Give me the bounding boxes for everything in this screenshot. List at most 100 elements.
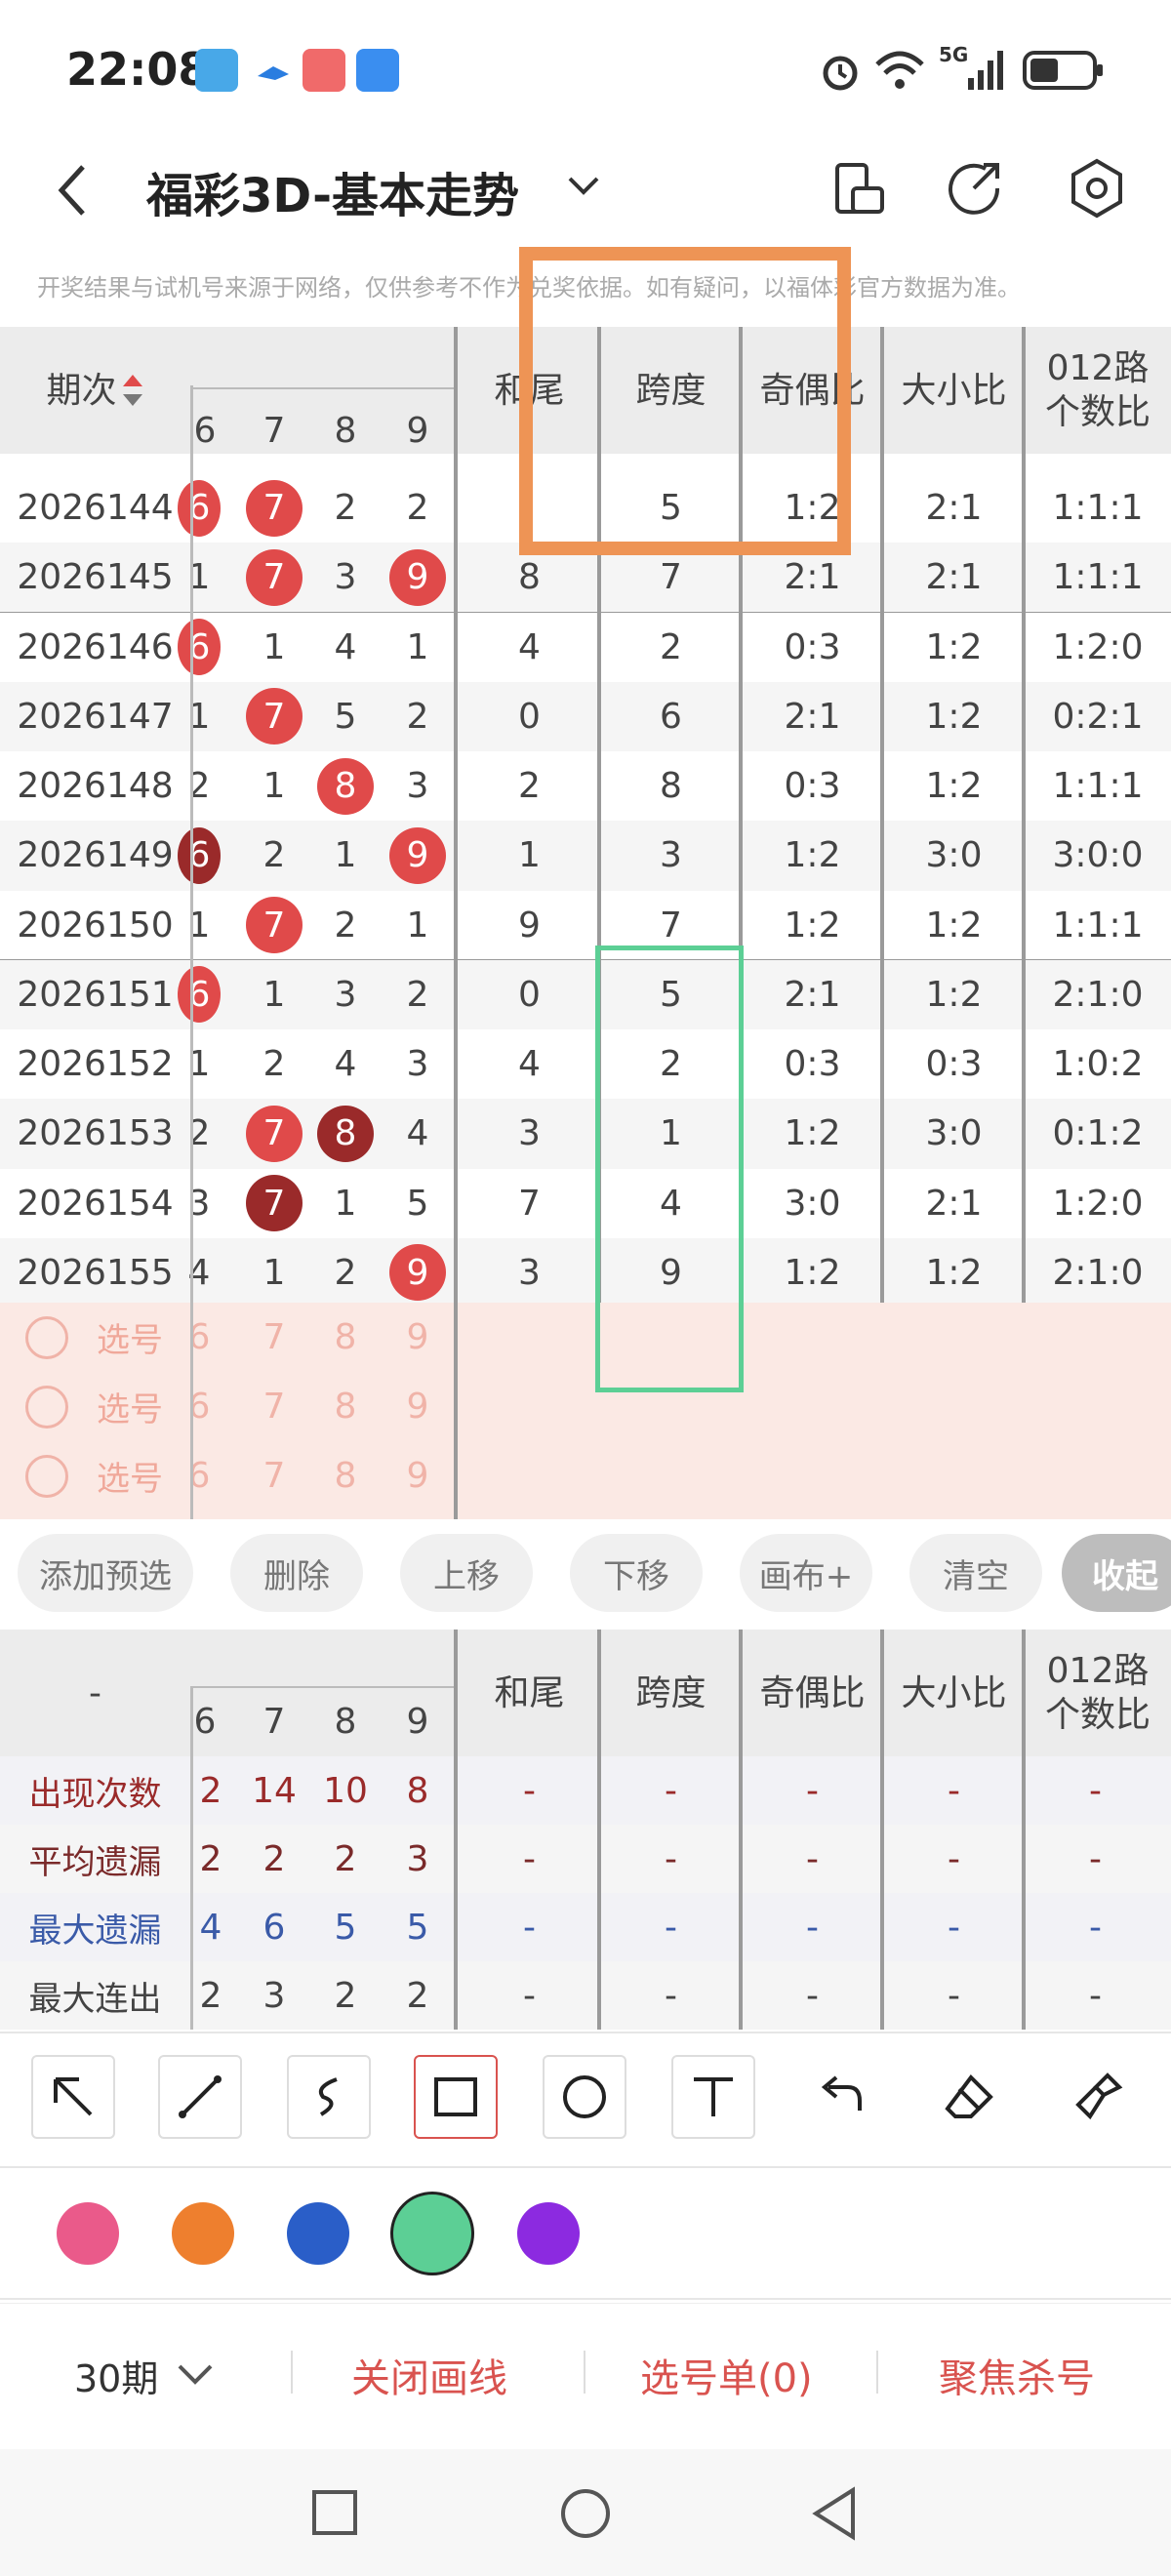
color-swatch[interactable] <box>517 2202 580 2265</box>
pick-digit[interactable]: 8 <box>310 1372 381 1441</box>
ball-d7: 7 <box>246 688 303 745</box>
cell-hewei: 7 <box>518 1183 541 1224</box>
cell-d7: 2 <box>262 1044 286 1085</box>
color-swatch[interactable] <box>172 2202 234 2265</box>
pick-radio[interactable] <box>25 1455 68 1498</box>
collapse-button[interactable]: 收起 <box>1062 1534 1171 1612</box>
screen-rotate-icon[interactable] <box>831 161 886 220</box>
pick-radio[interactable] <box>25 1386 68 1429</box>
pick-digit[interactable]: 9 <box>383 1303 453 1372</box>
stat-dash: - <box>1089 1907 1102 1948</box>
cell-daxiao: 2:1 <box>925 557 983 598</box>
move-down-button[interactable]: 下移 <box>570 1534 703 1612</box>
pick-digit[interactable]: 6 <box>178 1372 221 1441</box>
cell-daxiao: 1:2 <box>925 766 983 807</box>
color-swatch[interactable] <box>287 2202 349 2265</box>
pick-digit[interactable]: 7 <box>239 1303 309 1372</box>
drawn-rectangle-orange[interactable] <box>519 247 851 555</box>
pick-list-button[interactable]: 选号单(0) <box>640 2347 813 2403</box>
delete-button[interactable]: 删除 <box>230 1534 363 1612</box>
game-app-icon <box>303 49 345 92</box>
pick-digit[interactable]: 9 <box>383 1372 453 1441</box>
color-swatch[interactable] <box>390 2192 474 2275</box>
ball-d7: 7 <box>246 479 303 537</box>
pick-radio[interactable] <box>25 1316 68 1359</box>
battery-icon <box>1023 51 1103 90</box>
stat-value: 2 <box>334 1975 357 2016</box>
chevron-down-icon[interactable] <box>176 2360 215 2388</box>
pick-digit[interactable]: 8 <box>310 1303 381 1372</box>
cell-d7: 1 <box>262 974 286 1015</box>
text-tool-icon[interactable] <box>671 2055 755 2139</box>
cell-daxiao: 1:2 <box>925 626 983 667</box>
close-line-button[interactable]: 关闭画线 <box>351 2347 507 2403</box>
top-header: 福彩3D-基本走势 <box>0 141 1171 259</box>
stat-dash: - <box>665 1838 677 1879</box>
share-icon[interactable] <box>947 159 1005 218</box>
cell-d7: 1 <box>262 1252 286 1293</box>
color-swatch[interactable] <box>57 2202 119 2265</box>
pick-digit[interactable]: 6 <box>178 1441 221 1510</box>
rectangle-tool-icon[interactable] <box>414 2055 498 2139</box>
cell-d7: 2 <box>262 835 286 876</box>
cell-lu: 1:0:2 <box>1052 1044 1144 1085</box>
cell-d6: 3 <box>187 1183 211 1224</box>
stat-value: 2 <box>199 1838 222 1879</box>
stat-dash: - <box>665 1907 677 1948</box>
stat-dash: - <box>1089 1838 1102 1879</box>
pick-label[interactable]: 选号 <box>86 1303 174 1372</box>
pick-digit[interactable]: 8 <box>310 1441 381 1510</box>
cell-d8: 8 <box>310 751 381 821</box>
circle-tool-icon[interactable] <box>543 2055 626 2139</box>
move-up-button[interactable]: 上移 <box>400 1534 533 1612</box>
undo-icon[interactable] <box>798 2055 882 2139</box>
ball-d8: 8 <box>317 757 374 815</box>
cell-jiou: 1:2 <box>784 835 841 876</box>
pick-digit[interactable]: 9 <box>383 1441 453 1510</box>
pick-digit[interactable]: 7 <box>239 1372 309 1441</box>
cell-lu: 1:1:1 <box>1052 766 1144 807</box>
add-preselect-button[interactable]: 添加预选 <box>18 1534 193 1612</box>
focus-kill-button[interactable]: 聚焦杀号 <box>939 2347 1095 2403</box>
stat-value: 4 <box>199 1907 222 1948</box>
home-icon[interactable] <box>558 2486 613 2541</box>
cell-lu: 0:1:2 <box>1052 1113 1144 1154</box>
period-select[interactable]: 30期 <box>74 2349 158 2402</box>
cell-kuadu: 8 <box>660 766 682 807</box>
cell-d8: 2 <box>334 1252 357 1293</box>
freehand-tool-icon[interactable] <box>287 2055 371 2139</box>
cell-d8: 8 <box>310 1099 381 1168</box>
ball-d6: 6 <box>178 479 221 537</box>
cell-hewei: 0 <box>518 974 541 1015</box>
chevron-down-icon[interactable] <box>566 171 601 200</box>
ball-d7: 7 <box>246 1175 303 1232</box>
period-header[interactable]: 期次 <box>0 327 190 454</box>
page-title[interactable]: 福彩3D-基本走势 <box>146 157 519 225</box>
cell-lu: 1:1:1 <box>1052 557 1144 598</box>
back-icon[interactable] <box>54 161 93 220</box>
stat-label: 出现次数 <box>28 1774 162 1814</box>
eraser-icon[interactable] <box>927 2055 1011 2139</box>
cell-d8: 4 <box>334 1044 357 1085</box>
pick-label[interactable]: 选号 <box>86 1372 174 1441</box>
pick-digit[interactable]: 7 <box>239 1441 309 1510</box>
clear-button[interactable]: 清空 <box>909 1534 1042 1612</box>
cell-kuadu: 2 <box>660 626 682 667</box>
cell-d8: 5 <box>334 696 357 737</box>
canvas-add-button[interactable]: 画布+ <box>740 1534 872 1612</box>
cell-kuadu: 6 <box>660 696 682 737</box>
recents-icon[interactable] <box>310 2488 359 2537</box>
brush-clear-icon[interactable] <box>1056 2055 1140 2139</box>
stat-value: 2 <box>199 1770 222 1811</box>
pick-digit[interactable]: 6 <box>178 1303 221 1372</box>
nav-back-icon[interactable] <box>808 2486 863 2541</box>
pick-label[interactable]: 选号 <box>86 1441 174 1510</box>
ball-d6: 6 <box>178 966 221 1024</box>
stat-dash: - <box>806 1770 819 1811</box>
settings-icon[interactable] <box>1068 157 1126 220</box>
drawn-rectangle-green[interactable] <box>595 946 744 1392</box>
cell-d8: 1 <box>334 1183 357 1224</box>
arrow-tool-icon[interactable] <box>31 2055 115 2139</box>
line-tool-icon[interactable] <box>158 2055 242 2139</box>
cell-d9: 5 <box>406 1183 429 1224</box>
